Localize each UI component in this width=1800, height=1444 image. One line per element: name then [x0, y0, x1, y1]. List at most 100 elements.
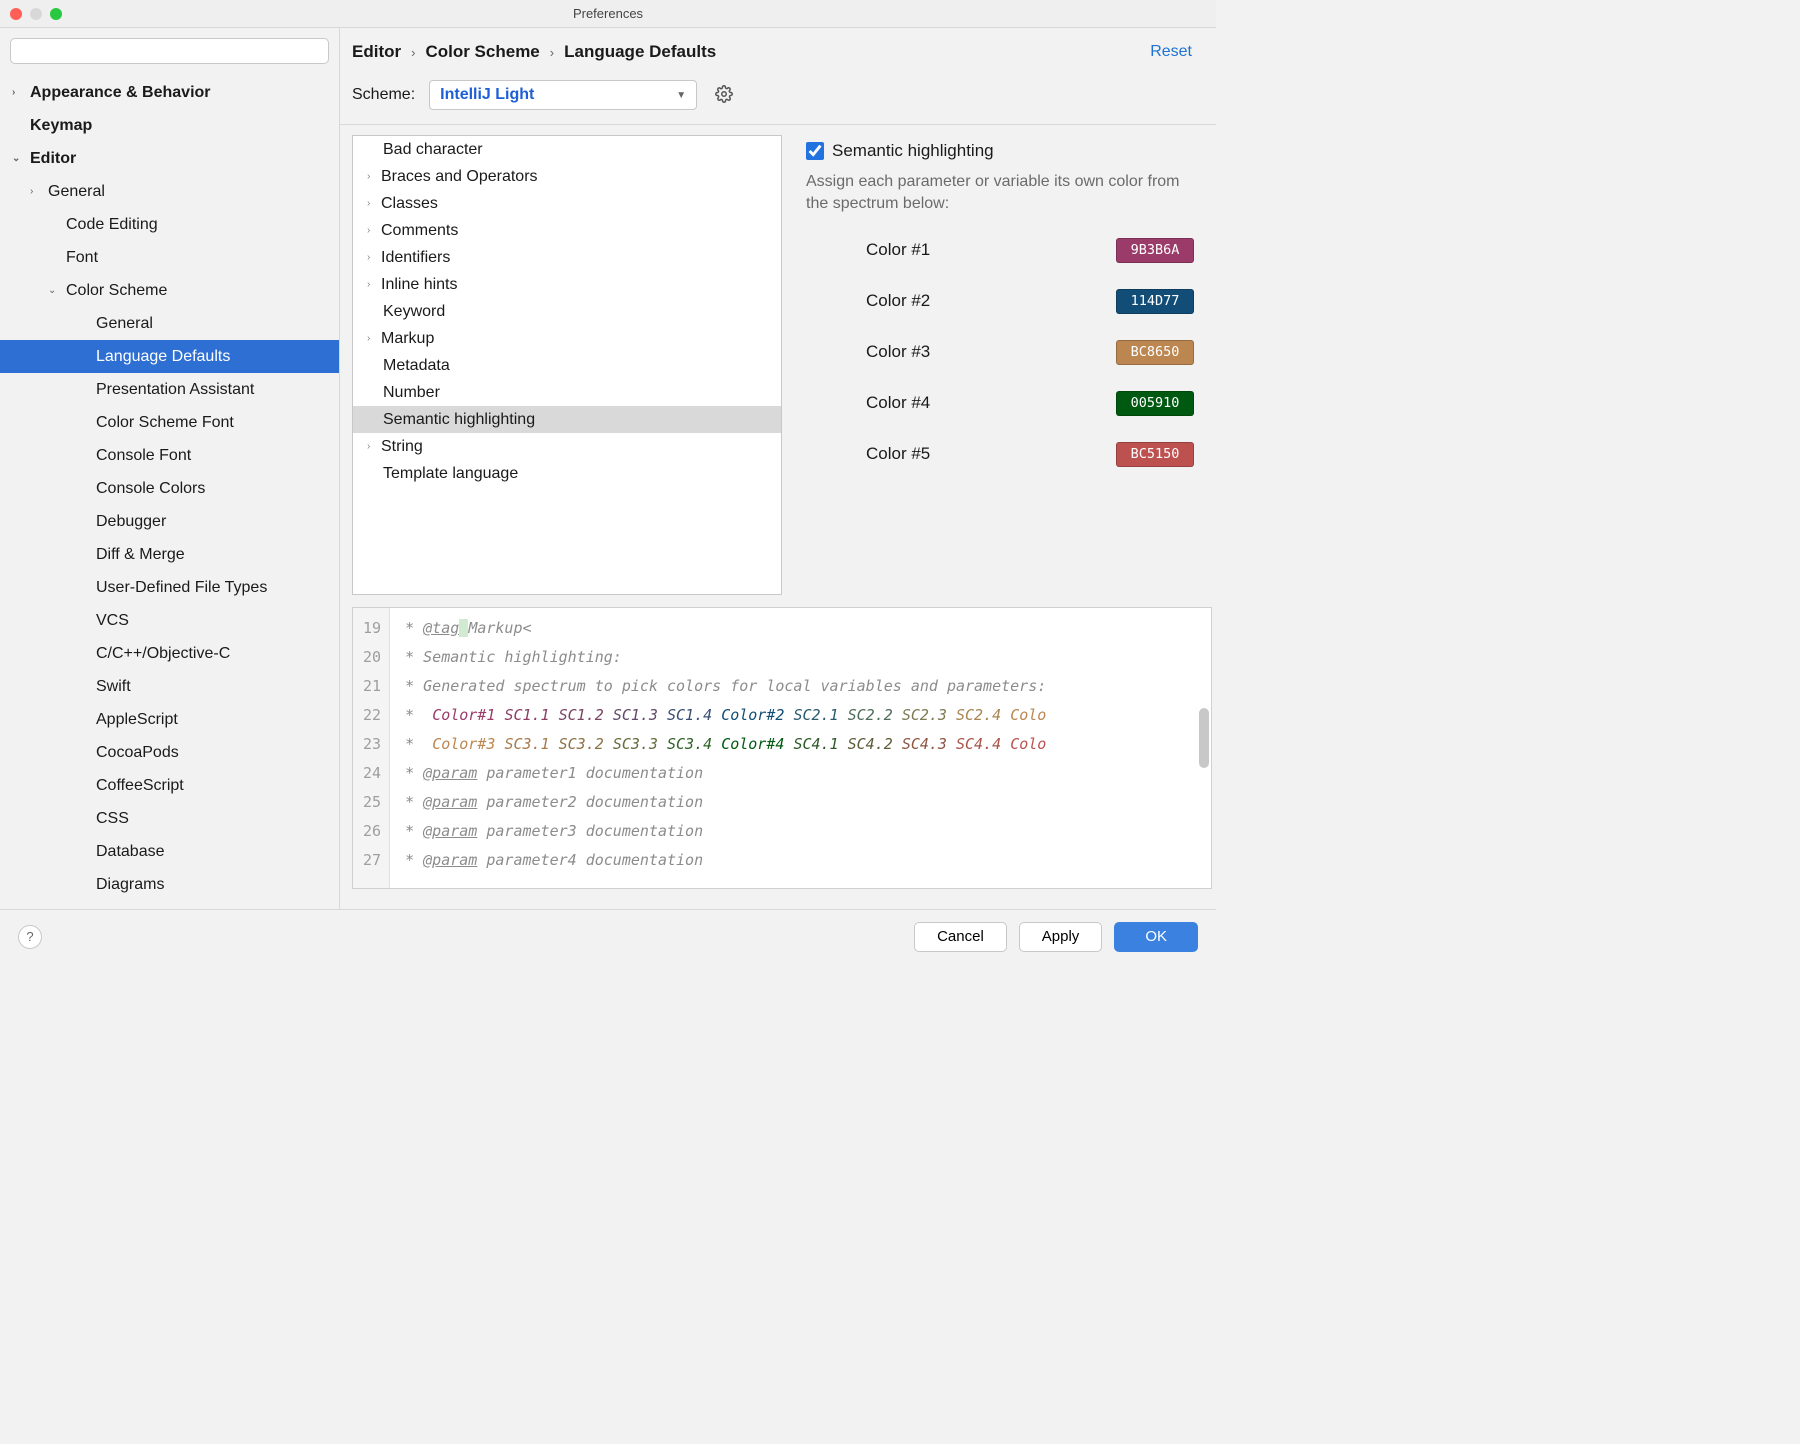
tree-item[interactable]: ⌄Editor — [0, 142, 339, 175]
category-item[interactable]: Template language — [353, 460, 781, 487]
line-number: 19 — [363, 614, 381, 643]
tree-item[interactable]: CSS — [0, 802, 339, 835]
code-preview[interactable]: 192021222324252627 * @tag Markup< * Sema… — [352, 607, 1212, 889]
tree-item[interactable]: › Appearance & Behavior — [0, 76, 339, 109]
breadcrumb-1[interactable]: Color Scheme — [425, 42, 539, 62]
category-label: Inline hints — [381, 276, 458, 294]
chevron-right-icon: › — [411, 45, 415, 60]
category-label: String — [381, 438, 423, 456]
tree-item-label: Diff & Merge — [96, 546, 185, 564]
tree-item-label: Appearance & Behavior — [30, 84, 211, 102]
tree-item[interactable]: ›General — [0, 175, 339, 208]
tree-item[interactable]: C/C++/Objective-C — [0, 637, 339, 670]
category-item[interactable]: Bad character — [353, 136, 781, 163]
tree-item[interactable]: Swift — [0, 670, 339, 703]
category-item[interactable]: ›Identifiers — [353, 244, 781, 271]
help-button[interactable]: ? — [18, 925, 42, 949]
preferences-tree[interactable]: ›Appearance & BehaviorKeymap⌄Editor›Gene… — [0, 72, 339, 909]
tree-item[interactable]: General — [0, 307, 339, 340]
category-item[interactable]: Semantic highlighting — [353, 406, 781, 433]
category-item[interactable]: Number — [353, 379, 781, 406]
chevron-right-icon: › — [550, 45, 554, 60]
color-label: Color #3 — [866, 342, 930, 362]
chevron-right-icon: › — [30, 186, 42, 197]
tree-item-label: Swift — [96, 678, 131, 696]
category-item[interactable]: ›String — [353, 433, 781, 460]
tree-item[interactable]: CocoaPods — [0, 736, 339, 769]
tree-item[interactable]: Color Scheme Font — [0, 406, 339, 439]
tree-item-label: General — [96, 315, 153, 333]
tree-item[interactable]: Database — [0, 835, 339, 868]
chevron-right-icon: › — [367, 279, 381, 290]
tree-item-label: CoffeeScript — [96, 777, 184, 795]
category-label: Braces and Operators — [381, 168, 538, 186]
category-label: Identifiers — [381, 249, 450, 267]
category-item[interactable]: ›Markup — [353, 325, 781, 352]
line-number: 20 — [363, 643, 381, 672]
apply-button[interactable]: Apply — [1019, 922, 1103, 952]
tree-item-label: Database — [96, 843, 165, 861]
category-item[interactable]: ›Inline hints — [353, 271, 781, 298]
tree-item[interactable]: Diagrams — [0, 868, 339, 901]
scheme-value: IntelliJ Light — [440, 86, 534, 104]
category-list[interactable]: Bad character›Braces and Operators›Class… — [352, 135, 782, 595]
tree-item-label: Code Editing — [66, 216, 158, 234]
scrollbar[interactable] — [1199, 708, 1209, 768]
tree-item[interactable]: Code Editing — [0, 208, 339, 241]
tree-item[interactable]: CoffeeScript — [0, 769, 339, 802]
tree-item[interactable]: Console Colors — [0, 472, 339, 505]
gear-icon[interactable] — [711, 81, 737, 110]
tree-item[interactable]: User-Defined File Types — [0, 571, 339, 604]
tree-item[interactable]: VCS — [0, 604, 339, 637]
scheme-dropdown[interactable]: IntelliJ Light ▼ — [429, 80, 697, 110]
reset-link[interactable]: Reset — [1150, 43, 1192, 61]
semantic-highlighting-label: Semantic highlighting — [832, 141, 994, 161]
category-item[interactable]: ›Classes — [353, 190, 781, 217]
search-input[interactable] — [10, 38, 329, 64]
category-label: Keyword — [383, 303, 445, 321]
tree-item-label: AppleScript — [96, 711, 178, 729]
tree-item[interactable]: Console Font — [0, 439, 339, 472]
close-window-button[interactable] — [10, 8, 22, 20]
tree-item-label: CSS — [96, 810, 129, 828]
category-item[interactable]: ›Braces and Operators — [353, 163, 781, 190]
color-label: Color #2 — [866, 291, 930, 311]
color-swatch[interactable]: BC5150 — [1116, 442, 1194, 467]
tree-item[interactable]: Presentation Assistant — [0, 373, 339, 406]
category-item[interactable]: Keyword — [353, 298, 781, 325]
tree-item-label: Editor — [30, 150, 76, 168]
minimize-window-button[interactable] — [30, 8, 42, 20]
maximize-window-button[interactable] — [50, 8, 62, 20]
window-title: Preferences — [573, 6, 643, 21]
color-row: Color #2 114D77 — [806, 285, 1194, 336]
tree-item[interactable]: Debugger — [0, 505, 339, 538]
chevron-right-icon: › — [367, 171, 381, 182]
tree-item[interactable]: ⌄Color Scheme — [0, 274, 339, 307]
category-item[interactable]: ›Comments — [353, 217, 781, 244]
color-row: Color #3 BC8650 — [806, 336, 1194, 387]
color-swatch[interactable]: 114D77 — [1116, 289, 1194, 314]
tree-item[interactable]: Diff & Merge — [0, 538, 339, 571]
color-swatch[interactable]: 9B3B6A — [1116, 238, 1194, 263]
chevron-right-icon: › — [12, 87, 24, 98]
category-item[interactable]: Metadata — [353, 352, 781, 379]
color-swatch[interactable]: BC8650 — [1116, 340, 1194, 365]
chevron-right-icon: › — [367, 441, 381, 452]
semantic-panel: Semantic highlighting Assign each parame… — [806, 135, 1194, 595]
breadcrumb-0[interactable]: Editor — [352, 42, 401, 62]
ok-button[interactable]: OK — [1114, 922, 1198, 952]
semantic-highlighting-checkbox[interactable] — [806, 142, 824, 160]
tree-item[interactable]: Keymap — [0, 109, 339, 142]
tree-item[interactable]: Language Defaults — [0, 340, 339, 373]
chevron-right-icon: › — [367, 225, 381, 236]
cancel-button[interactable]: Cancel — [914, 922, 1007, 952]
tree-item[interactable]: Font — [0, 241, 339, 274]
code-lines: * @tag Markup< * Semantic highlighting: … — [390, 608, 1046, 888]
color-swatch[interactable]: 005910 — [1116, 391, 1194, 416]
category-label: Metadata — [383, 357, 450, 375]
tree-item-label: User-Defined File Types — [96, 579, 267, 597]
tree-item[interactable]: AppleScript — [0, 703, 339, 736]
tree-item-label: Color Scheme — [66, 282, 167, 300]
category-label: Markup — [381, 330, 434, 348]
line-number: 27 — [363, 846, 381, 875]
